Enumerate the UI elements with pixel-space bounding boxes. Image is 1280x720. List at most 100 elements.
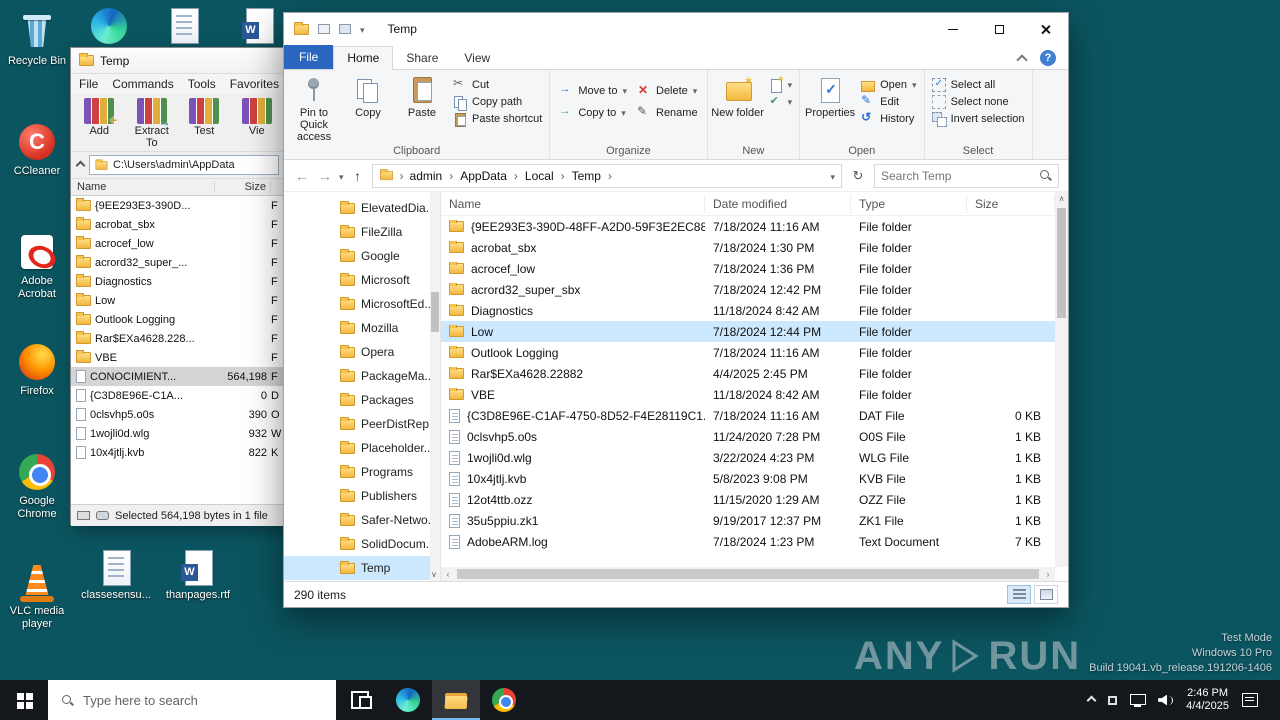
maximize-button[interactable]	[976, 13, 1022, 45]
file-row[interactable]: acrocef_low 7/18/2024 1:36 PM File folde…	[441, 258, 1055, 279]
winrar-file-row[interactable]: Diagnostics F	[71, 272, 285, 291]
desktop-icon[interactable]: Recycle Bin	[4, 6, 70, 116]
desktop-icon[interactable]: Google Chrome	[4, 446, 70, 556]
file-row[interactable]: {9EE293E3-390D-48FF-A2D0-59F3E2EC88... 7…	[441, 216, 1055, 237]
recent-locations-chevron-icon[interactable]	[339, 169, 344, 183]
rename-button[interactable]: Rename	[637, 104, 698, 120]
desktop-icon[interactable]	[163, 6, 205, 46]
winrar-tool-button[interactable]: Test	[180, 96, 229, 137]
invert-selection-button[interactable]: Invert selection	[931, 112, 1025, 127]
winrar-file-row[interactable]: Rar$EXa4628.228... F	[71, 329, 285, 348]
new-item-button[interactable]	[769, 74, 793, 93]
tree-folder-item[interactable]: Microsoft	[284, 268, 440, 292]
breadcrumb-item[interactable]: admin	[410, 169, 461, 183]
file-row[interactable]: acrord32_super_sbx 7/18/2024 12:42 PM Fi…	[441, 279, 1055, 300]
properties-button[interactable]: Properties	[803, 70, 857, 144]
paste-shortcut-button[interactable]: Paste shortcut	[453, 112, 542, 127]
up-button[interactable]: ↑	[349, 168, 367, 184]
select-all-button[interactable]: Select all	[931, 78, 1025, 92]
file-row[interactable]: {C3D8E96E-C1AF-4750-8D52-F4E28119C1... 7…	[441, 405, 1055, 426]
tray-overflow-chevron-icon[interactable]	[1086, 695, 1097, 705]
file-row[interactable]: Low 7/18/2024 12:44 PM File folder	[441, 321, 1055, 342]
close-button[interactable]	[1022, 13, 1068, 45]
breadcrumb-item[interactable]: AppData	[460, 169, 525, 183]
start-button[interactable]	[0, 680, 48, 720]
taskbar-winrar-button[interactable]	[528, 680, 576, 720]
paste-button[interactable]: Paste	[395, 70, 449, 144]
tree-folder-item[interactable]: ElevatedDia...	[284, 196, 440, 220]
ribbon-tab[interactable]: File	[284, 45, 334, 69]
ribbon-tab[interactable]: Home	[333, 46, 394, 70]
qat-new-folder-icon[interactable]	[339, 24, 351, 34]
qat-customize-chevron-icon[interactable]	[360, 22, 365, 36]
copy-to-button[interactable]: Copy to	[559, 105, 627, 120]
winrar-menu-item[interactable]: Favorites	[230, 77, 279, 91]
ribbon-tab[interactable]: View	[451, 47, 503, 69]
winrar-tool-button[interactable]: Add	[75, 96, 124, 137]
desktop-icon[interactable]: CCleaner	[4, 116, 70, 226]
tree-folder-item[interactable]: Packages	[284, 388, 440, 412]
taskbar-chrome-button[interactable]	[480, 680, 528, 720]
winrar-size-column[interactable]: Size	[215, 181, 271, 193]
winrar-file-row[interactable]: VBE F	[71, 348, 285, 367]
edit-button[interactable]: Edit	[861, 93, 916, 109]
winrar-file-row[interactable]: Outlook Logging F	[71, 310, 285, 329]
tree-folder-item[interactable]: Publishers	[284, 484, 440, 508]
desktop-icon[interactable]	[238, 6, 280, 46]
file-row[interactable]: Outlook Logging 7/18/2024 11:16 AM File …	[441, 342, 1055, 363]
desktop-icon[interactable]: Adobe Acrobat	[4, 226, 70, 336]
tree-folder-item[interactable]: Opera	[284, 340, 440, 364]
type-column-header[interactable]: Type	[851, 194, 967, 213]
tree-folder-item[interactable]: Programs	[284, 460, 440, 484]
winrar-file-row[interactable]: Low F	[71, 291, 285, 310]
winrar-menu-item[interactable]: Tools	[188, 77, 216, 91]
winrar-file-row[interactable]: {C3D8E96E-C1A... 0 D	[71, 386, 285, 405]
taskbar-explorer-button[interactable]	[432, 680, 480, 720]
file-row[interactable]: 1wojli0d.wlg 3/22/2024 4:23 PM WLG File …	[441, 447, 1055, 468]
key-icon[interactable]	[77, 511, 90, 520]
desktop-icon[interactable]: Firefox	[4, 336, 70, 446]
tree-folder-item[interactable]: PackageMa...	[284, 364, 440, 388]
scrollbar-thumb[interactable]	[1057, 208, 1066, 318]
winrar-titlebar[interactable]: Temp	[71, 48, 285, 74]
tree-folder-item[interactable]: FileZilla	[284, 220, 440, 244]
file-row[interactable]: Rar$EXa4628.22882 4/4/2025 2:45 PM File …	[441, 363, 1055, 384]
winrar-menu-item[interactable]: File	[79, 77, 98, 91]
move-to-button[interactable]: Move to	[559, 83, 627, 98]
file-row[interactable]: VBE 11/18/2024 8:42 AM File folder	[441, 384, 1055, 405]
file-row[interactable]: 10x4jtlj.kvb 5/8/2023 9:08 PM KVB File 1…	[441, 468, 1055, 489]
thumbnail-view-button[interactable]	[1034, 585, 1058, 604]
winrar-address-field[interactable]: C:\Users\admin\AppData	[89, 155, 279, 175]
history-button[interactable]: History	[861, 110, 916, 126]
tree-folder-item[interactable]: PeerDistRep...	[284, 412, 440, 436]
winrar-menu-item[interactable]: Commands	[112, 77, 173, 91]
details-view-button[interactable]	[1007, 585, 1031, 604]
help-icon[interactable]	[1040, 50, 1056, 66]
forward-button[interactable]: →	[316, 168, 334, 184]
file-row[interactable]: Diagnostics 11/18/2024 8:42 AM File fold…	[441, 300, 1055, 321]
scroll-right-icon[interactable]	[1041, 570, 1055, 579]
task-view-button[interactable]	[336, 680, 384, 720]
winrar-file-row[interactable]: 1wojli0d.wlg 932 W	[71, 424, 285, 443]
horizontal-scrollbar[interactable]	[441, 567, 1055, 581]
scroll-left-icon[interactable]	[441, 570, 455, 579]
select-none-button[interactable]: Select none	[931, 95, 1025, 109]
winrar-file-row[interactable]: acrord32_super_... F	[71, 253, 285, 272]
scroll-up-icon[interactable]	[1055, 194, 1068, 203]
tree-folder-item[interactable]: SolidDocum...	[284, 532, 440, 556]
breadcrumb[interactable]: adminAppDataLocalTemp	[371, 163, 842, 188]
copy-button[interactable]: Copy	[341, 70, 395, 144]
up-directory-icon[interactable]	[75, 160, 86, 170]
tree-folder-item[interactable]: Google	[284, 244, 440, 268]
file-row[interactable]: acrobat_sbx 7/18/2024 1:30 PM File folde…	[441, 237, 1055, 258]
taskbar-clock[interactable]: 2:46 PM 4/4/2025	[1186, 687, 1229, 713]
qat-properties-icon[interactable]	[318, 24, 330, 34]
winrar-file-row[interactable]: 0clsvhp5.o0s 390 O	[71, 405, 285, 424]
notification-center-icon[interactable]	[1242, 693, 1258, 707]
tree-folder-item[interactable]: Temp	[284, 556, 440, 580]
disk-icon[interactable]	[96, 511, 109, 520]
search-input[interactable]	[881, 168, 1035, 183]
winrar-tool-button[interactable]: Extract To	[128, 96, 177, 149]
delete-button[interactable]: Delete	[637, 83, 698, 98]
desktop-icon[interactable]	[88, 6, 130, 46]
